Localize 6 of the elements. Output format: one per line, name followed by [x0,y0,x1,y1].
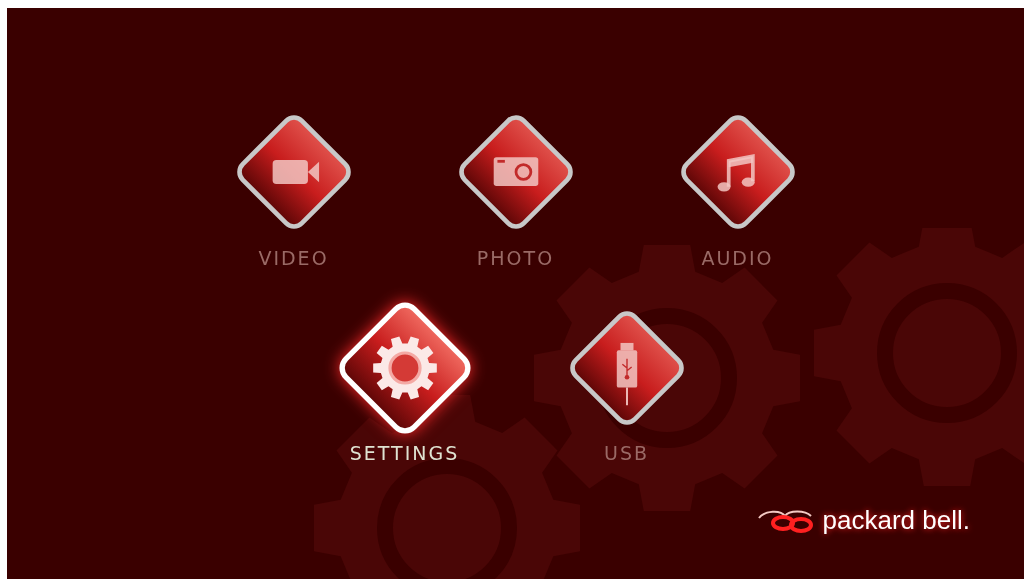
brand-logo-text: packard bell. [822,505,970,535]
menu-item[interactable]: USB [515,303,738,465]
menu-item[interactable]: PHOTO [404,107,627,270]
menu-item[interactable]: VIDEO [182,107,405,270]
menu-item[interactable]: SETTINGS [293,293,516,465]
menu-item[interactable]: AUDIO [626,107,849,270]
